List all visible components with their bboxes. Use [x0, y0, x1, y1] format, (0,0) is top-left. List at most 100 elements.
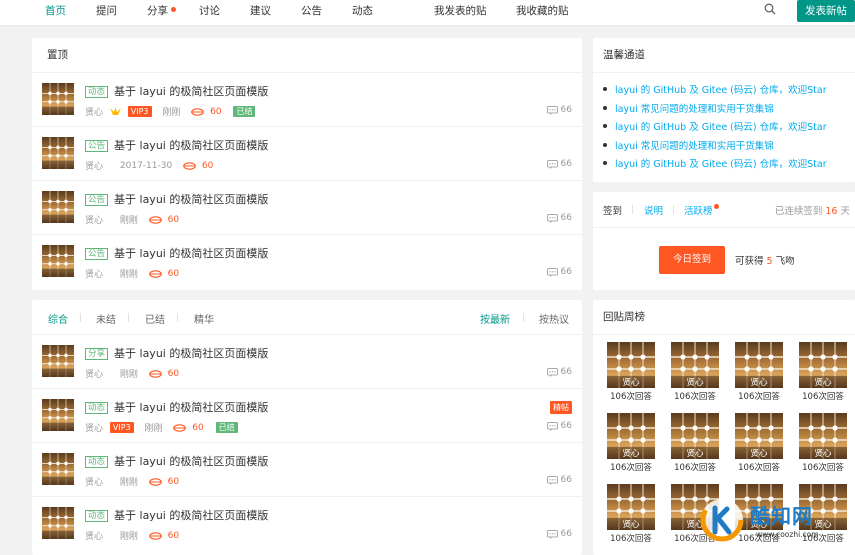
search-icon[interactable]: [764, 3, 776, 15]
post-title-link[interactable]: 基于 layui 的极简社区页面模版: [114, 347, 268, 360]
category-badge[interactable]: 动态: [85, 402, 109, 414]
list-item[interactable]: 动态 基于 layui 的极简社区页面模版 贤心 VIP3 刚刚 60 已结 精帖…: [32, 389, 582, 443]
tab-description[interactable]: 说明: [644, 203, 663, 217]
post-title-link[interactable]: 基于 layui 的极简社区页面模版: [114, 509, 268, 522]
tip-item[interactable]: layui 的 GitHub 及 Gitee (码云) 仓库，欢迎Star: [603, 156, 855, 175]
nav-my-favorites[interactable]: 我收藏的贴: [516, 3, 569, 18]
nav-ask[interactable]: 提问: [96, 3, 117, 18]
nav-dynamic[interactable]: 动态: [352, 3, 373, 18]
comment-icon: [546, 475, 558, 485]
kiss-icon: [191, 107, 205, 116]
tip-link[interactable]: layui 常见问题的处理和实用干货集锦: [615, 104, 774, 115]
rank-user-name: 贤心: [622, 378, 640, 388]
category-badge[interactable]: 公告: [85, 194, 109, 206]
list-item[interactable]: 动态 基于 layui 的极简社区页面模版 贤心 刚刚 60 66: [32, 497, 582, 551]
reply-count-value: 66: [560, 421, 572, 431]
category-badge[interactable]: 分享: [85, 348, 109, 360]
author-link[interactable]: 贤心: [85, 478, 103, 488]
vip-badge: VIP3: [127, 106, 152, 117]
filter-featured[interactable]: 精华: [194, 311, 214, 326]
filter-unsolved[interactable]: 未结: [96, 311, 116, 326]
reply-count-value: 66: [560, 529, 572, 539]
signin-button[interactable]: 今日签到: [659, 246, 725, 274]
post-title-link[interactable]: 基于 layui 的极简社区页面模版: [114, 85, 268, 98]
rank-user-name: 贤心: [814, 378, 832, 388]
avatar[interactable]: [42, 137, 74, 169]
rank-user-count: 106次回答: [738, 463, 780, 473]
rank-user[interactable]: 贤心 106次回答: [671, 342, 719, 406]
nav-my-posts[interactable]: 我发表的贴: [434, 3, 487, 18]
avatar[interactable]: [42, 507, 74, 539]
pinned-title: 置顶: [32, 38, 582, 73]
post-time: 刚刚: [119, 370, 138, 380]
author-link[interactable]: 贤心: [85, 370, 103, 380]
rank-user[interactable]: 贤心 106次回答: [607, 484, 655, 548]
author-link[interactable]: 贤心: [85, 216, 103, 226]
site-watermark: 酷知网 www.coozhi.com: [697, 496, 847, 548]
category-badge[interactable]: 动态: [85, 86, 109, 98]
rank-user[interactable]: 贤心 106次回答: [799, 413, 847, 477]
tip-item[interactable]: layui 常见问题的处理和实用干货集锦: [603, 138, 855, 157]
rank-user[interactable]: 贤心 106次回答: [735, 413, 783, 477]
avatar[interactable]: [42, 191, 74, 223]
avatar[interactable]: [42, 399, 74, 431]
filter-solved[interactable]: 已结: [145, 311, 165, 326]
avatar[interactable]: [42, 345, 74, 377]
category-badge[interactable]: 公告: [85, 140, 109, 152]
author-link[interactable]: 贤心: [85, 108, 103, 118]
tip-item[interactable]: layui 的 GitHub 及 Gitee (码云) 仓库，欢迎Star: [603, 82, 855, 101]
list-item[interactable]: 动态 基于 layui 的极简社区页面模版 贤心 刚刚 60 66: [32, 443, 582, 497]
author-link[interactable]: 贤心: [85, 424, 103, 434]
post-title-link[interactable]: 基于 layui 的极简社区页面模版: [114, 139, 268, 152]
tip-link[interactable]: layui 的 GitHub 及 Gitee (码云) 仓库，欢迎Star: [615, 122, 827, 133]
post-title-link[interactable]: 基于 layui 的极简社区页面模版: [114, 455, 268, 468]
author-link[interactable]: 贤心: [85, 532, 103, 542]
rank-user-name: 贤心: [750, 378, 768, 388]
author-link[interactable]: 贤心: [85, 270, 103, 280]
list-item[interactable]: 分享 基于 layui 的极简社区页面模版 贤心 刚刚 60 66: [32, 335, 582, 389]
tip-item[interactable]: layui 常见问题的处理和实用干货集锦: [603, 101, 855, 120]
tip-item[interactable]: layui 的 GitHub 及 Gitee (码云) 仓库，欢迎Star: [603, 119, 855, 138]
rank-user[interactable]: 贤心 106次回答: [671, 413, 719, 477]
pinned-panel: 置顶 动态 基于 layui 的极简社区页面模版 贤心 VIP3 刚刚 60 已结…: [32, 38, 582, 290]
tip-link[interactable]: layui 的 GitHub 及 Gitee (码云) 仓库，欢迎Star: [615, 159, 827, 170]
avatar[interactable]: [42, 83, 74, 115]
avatar[interactable]: [42, 245, 74, 277]
tip-link[interactable]: layui 的 GitHub 及 Gitee (码云) 仓库，欢迎Star: [615, 85, 827, 96]
nav-notice[interactable]: 公告: [301, 3, 322, 18]
category-badge[interactable]: 公告: [85, 248, 109, 260]
sort-newest[interactable]: 按最新: [480, 311, 510, 326]
nav-share[interactable]: 分享: [147, 3, 176, 18]
rank-user-name: 贤心: [750, 449, 768, 459]
list-item[interactable]: 公告 基于 layui 的极简社区页面模版 贤心 刚刚 60 66: [32, 235, 582, 289]
tab-active-rank[interactable]: 活跃榜: [684, 203, 719, 217]
kiss-icon: [148, 477, 162, 486]
nav-home[interactable]: 首页: [45, 3, 66, 18]
post-title-link[interactable]: 基于 layui 的极简社区页面模版: [114, 401, 268, 414]
rank-user[interactable]: 贤心 106次回答: [735, 342, 783, 406]
avatar[interactable]: [42, 453, 74, 485]
category-badge[interactable]: 动态: [85, 456, 109, 468]
streak-days: 16: [825, 206, 838, 217]
list-item[interactable]: 公告 基于 layui 的极简社区页面模版 贤心 刚刚 60 66: [32, 181, 582, 235]
tab-signin[interactable]: 签到: [603, 203, 622, 217]
post-time: 2017-11-30: [119, 160, 173, 171]
rank-user-count: 106次回答: [610, 463, 652, 473]
nav-discuss[interactable]: 讨论: [199, 3, 220, 18]
rank-user[interactable]: 贤心 106次回答: [607, 342, 655, 406]
new-post-button[interactable]: 发表新帖: [797, 0, 855, 22]
author-link[interactable]: 贤心: [85, 162, 103, 172]
rank-user[interactable]: 贤心 106次回答: [799, 342, 847, 406]
nav-suggest[interactable]: 建议: [250, 3, 271, 18]
post-title-link[interactable]: 基于 layui 的极简社区页面模版: [114, 193, 268, 206]
list-item[interactable]: 公告 基于 layui 的极简社区页面模版 贤心 2017-11-30 60 66: [32, 127, 582, 181]
filter-all[interactable]: 综合: [48, 311, 68, 326]
sort-hottest[interactable]: 按热议: [539, 311, 569, 326]
list-item[interactable]: 动态 基于 layui 的极简社区页面模版 贤心 VIP3 刚刚 60 已结 66: [32, 73, 582, 127]
signin-tabs: 签到 说明 活跃榜 已连续签到 16 天: [593, 192, 855, 228]
tip-link[interactable]: layui 常见问题的处理和实用干货集锦: [615, 141, 774, 152]
post-title-link[interactable]: 基于 layui 的极简社区页面模版: [114, 247, 268, 260]
filter-bar: 综合 未结 已结 精华 按最新 按热议: [32, 300, 582, 335]
rank-user[interactable]: 贤心 106次回答: [607, 413, 655, 477]
category-badge[interactable]: 动态: [85, 510, 109, 522]
